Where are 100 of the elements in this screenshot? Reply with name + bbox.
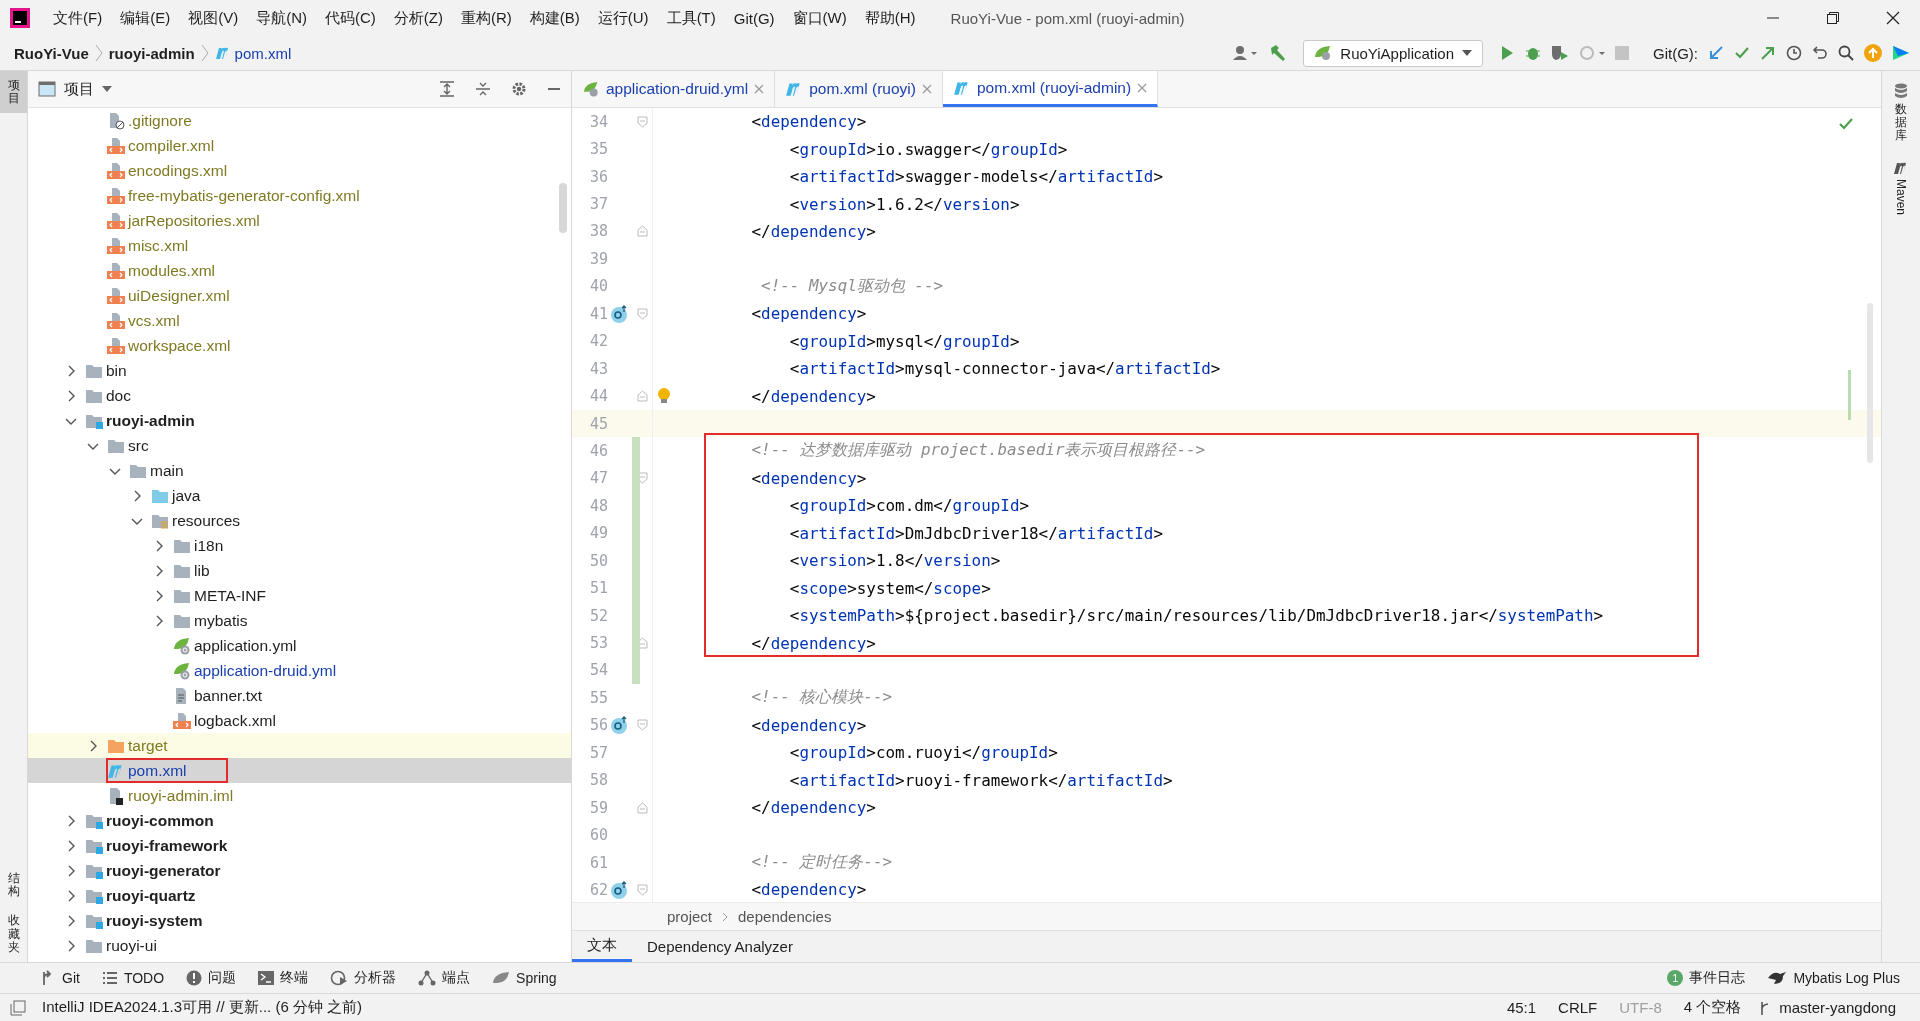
toolbox-icon[interactable] xyxy=(1892,44,1910,62)
tool-window-tab[interactable]: 数据库 xyxy=(1894,83,1908,143)
breadcrumb-item[interactable]: ruoyi-admin xyxy=(108,44,195,62)
tree-row[interactable]: vcs.xml xyxy=(28,308,571,333)
breadcrumb-item[interactable]: project xyxy=(667,908,713,925)
undo-icon[interactable] xyxy=(1812,45,1828,61)
update-arrow-icon[interactable] xyxy=(1708,45,1724,61)
coverage-icon[interactable] xyxy=(1551,45,1569,61)
search-icon[interactable] xyxy=(1838,45,1854,61)
tree-row[interactable]: banner.txt xyxy=(28,683,571,708)
scrollbar-thumb[interactable] xyxy=(559,183,567,233)
tree-row[interactable]: src xyxy=(28,433,571,458)
menu-item[interactable]: 构建(B) xyxy=(520,8,589,28)
tree-row[interactable]: free-mybatis-generator-config.xml xyxy=(28,183,571,208)
panel-toggle-icon[interactable] xyxy=(10,999,26,1016)
breadcrumb-item[interactable]: dependencies xyxy=(738,908,832,925)
tool-window-button[interactable]: 终端 xyxy=(258,969,309,987)
tree-row[interactable]: encodings.xml xyxy=(28,158,571,183)
tree-row[interactable]: modules.xml xyxy=(28,258,571,283)
caret-icon[interactable] xyxy=(102,86,112,92)
menu-item[interactable]: 窗口(W) xyxy=(783,8,856,28)
change-marker[interactable] xyxy=(632,437,640,465)
tool-window-tab[interactable]: 结构 xyxy=(0,864,27,907)
status-item[interactable]: 45:1 xyxy=(1502,999,1541,1016)
tree-row[interactable]: i18n xyxy=(28,533,571,558)
tool-window-tab[interactable]: 收藏夹 xyxy=(0,906,27,962)
run-configuration-dropdown[interactable]: RuoYiApplication xyxy=(1303,39,1483,67)
menu-item[interactable]: 重构(R) xyxy=(451,8,521,28)
tree-row[interactable]: ruoyi-system xyxy=(28,908,571,933)
editor-tab[interactable]: pom.xml (ruoyi) xyxy=(775,71,943,107)
tree-row[interactable]: ruoyi-quartz xyxy=(28,883,571,908)
tree-row[interactable]: ruoyi-framework xyxy=(28,833,571,858)
bug-icon[interactable] xyxy=(1525,45,1541,61)
editor-mode-tab[interactable]: Dependency Analyzer xyxy=(632,931,808,962)
lightbulb-icon[interactable] xyxy=(657,387,671,406)
change-marker[interactable] xyxy=(632,656,640,685)
tree-row[interactable]: ruoyi-admin xyxy=(28,408,571,433)
tree-row[interactable]: ruoyi-common xyxy=(28,808,571,833)
panel-title[interactable]: 项目 xyxy=(64,79,94,99)
tool-window-button[interactable]: 问题 xyxy=(186,969,237,987)
tree-row[interactable]: lib xyxy=(28,558,571,583)
status-message[interactable]: IntelliJ IDEA2024.1.3可用 // 更新... (6 分钟 之前) xyxy=(42,998,363,1017)
breadcrumb-item[interactable]: pom.xml xyxy=(214,44,292,62)
menu-item[interactable]: Git(G) xyxy=(724,9,784,27)
tool-window-button[interactable]: 端点 xyxy=(418,969,471,987)
tree-row[interactable]: workspace.xml xyxy=(28,333,571,358)
tool-window-tab[interactable]: 项目 xyxy=(0,71,27,114)
hammer-icon[interactable] xyxy=(1269,44,1288,62)
close-icon[interactable] xyxy=(1886,11,1900,25)
tool-window-button[interactable]: 1 事件日志 xyxy=(1667,969,1746,987)
collapse-all-icon[interactable] xyxy=(475,81,491,97)
tree-row[interactable]: application-druid.yml xyxy=(28,658,571,683)
menu-item[interactable]: 编辑(E) xyxy=(111,8,180,28)
menu-item[interactable]: 分析(Z) xyxy=(384,8,452,28)
tree-row[interactable]: bin xyxy=(28,358,571,383)
implemented-icon[interactable] xyxy=(610,880,630,899)
breadcrumb-item[interactable]: RuoYi-Vue xyxy=(14,44,89,62)
menu-item[interactable]: 文件(F) xyxy=(44,8,112,28)
run-icon[interactable] xyxy=(1499,45,1515,61)
restore-icon[interactable] xyxy=(1826,11,1840,25)
menu-item[interactable]: 工具(T) xyxy=(657,8,725,28)
expand-all-icon[interactable] xyxy=(439,81,455,97)
tree-row[interactable]: doc xyxy=(28,383,571,408)
tool-window-button[interactable]: TODO xyxy=(101,970,165,986)
menu-item[interactable]: 运行(U) xyxy=(588,8,658,28)
tree-row[interactable]: java xyxy=(28,483,571,508)
tree-row[interactable]: mybatis xyxy=(28,608,571,633)
tool-window-button[interactable]: Spring xyxy=(492,970,557,986)
tree-row[interactable]: logback.xml xyxy=(28,708,571,733)
tree-row[interactable]: application.yml xyxy=(28,633,571,658)
tree-row[interactable]: .gitignore xyxy=(28,108,571,133)
tree-row[interactable]: pom.xml xyxy=(28,758,571,783)
tree-row[interactable]: META-INF xyxy=(28,583,571,608)
editor-tab[interactable]: pom.xml (ruoyi-admin) xyxy=(942,71,1159,107)
tool-window-button[interactable]: Git xyxy=(40,970,80,986)
checkmark-icon[interactable] xyxy=(1839,118,1853,130)
menu-item[interactable]: 帮助(H) xyxy=(855,8,925,28)
tree-row[interactable]: jarRepositories.xml xyxy=(28,208,571,233)
menu-item[interactable]: 视图(V) xyxy=(179,8,248,28)
editor-tab[interactable]: application-druid.yml xyxy=(572,71,776,107)
tree-row[interactable]: resources xyxy=(28,508,571,533)
tree-row[interactable]: ruoyi-generator xyxy=(28,858,571,883)
settings-icon[interactable] xyxy=(511,81,527,97)
push-arrow-icon[interactable] xyxy=(1760,45,1776,61)
git-branch[interactable]: master-yangdong xyxy=(1775,999,1900,1016)
tree-row[interactable]: compiler.xml xyxy=(28,133,571,158)
history-icon[interactable] xyxy=(1786,45,1802,61)
tree-row[interactable]: ruoyi-admin.iml xyxy=(28,783,571,808)
tool-window-button[interactable]: Mybatis Log Plus xyxy=(1767,970,1900,986)
update-icon[interactable] xyxy=(1864,44,1882,62)
status-item[interactable]: 4 个空格 xyxy=(1679,998,1746,1017)
tree-row[interactable]: target xyxy=(28,733,571,758)
scrollbar-thumb[interactable] xyxy=(1867,303,1873,463)
checkmark-icon[interactable] xyxy=(1734,45,1750,61)
tool-window-button[interactable]: 分析器 xyxy=(330,969,397,987)
implemented-icon[interactable] xyxy=(610,304,630,323)
implemented-icon[interactable] xyxy=(610,716,630,735)
menu-item[interactable]: 导航(N) xyxy=(247,8,316,28)
tree-row[interactable]: misc.xml xyxy=(28,233,571,258)
tree-row[interactable]: uiDesigner.xml xyxy=(28,283,571,308)
